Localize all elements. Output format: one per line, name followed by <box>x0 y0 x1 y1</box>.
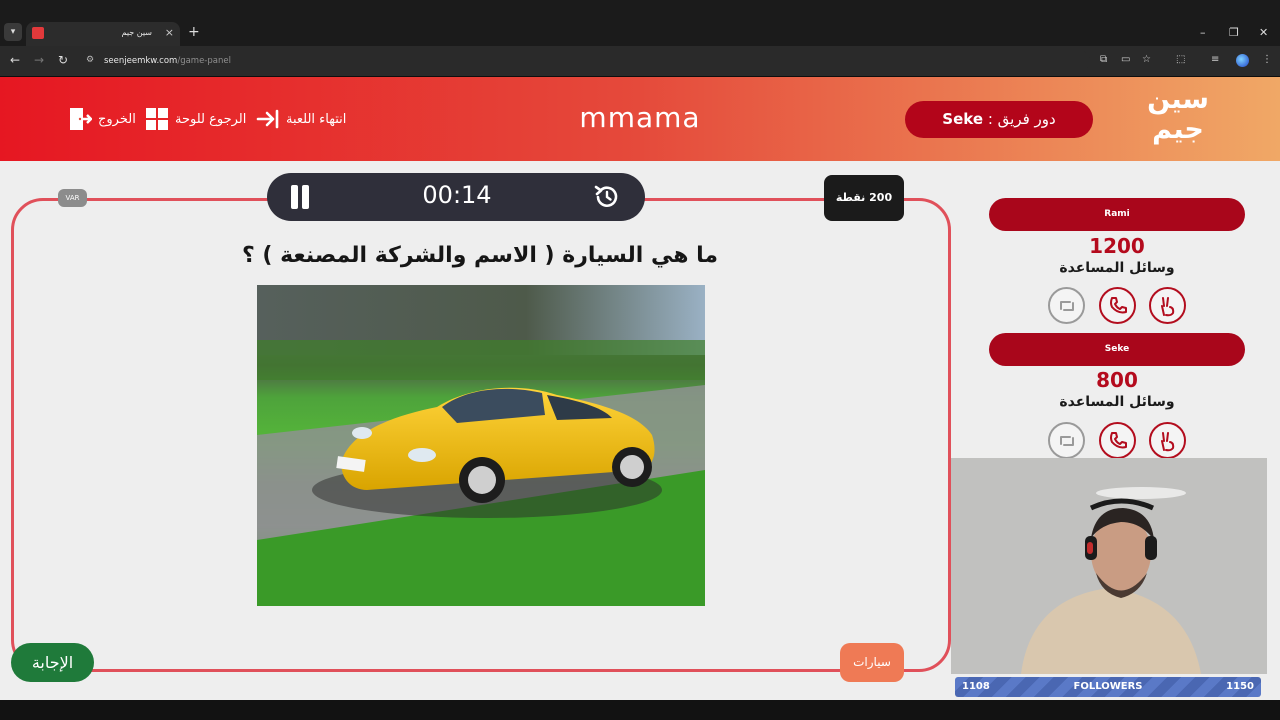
back-button[interactable]: ← <box>10 53 20 67</box>
turn-label: دور فريق : <box>987 110 1056 128</box>
current-turn-badge: دور فريق : Seke <box>905 101 1093 138</box>
followers-goal: 1150 <box>1226 681 1254 692</box>
tab-search-button[interactable]: ▾ <box>4 23 22 41</box>
team-name-badge: Rami <box>989 198 1245 231</box>
help-tools-label: وسائل المساعدة <box>1059 394 1175 410</box>
show-answer-button[interactable]: الإجابة <box>11 643 94 682</box>
pause-bar-left <box>291 185 298 209</box>
help-tools-label: وسائل المساعدة <box>1059 260 1175 276</box>
question-image-yellow-car <box>257 285 705 606</box>
end-game-label: انتهاء اللعبة <box>286 111 347 127</box>
team-score: 800 <box>1096 368 1138 392</box>
back-to-board-button[interactable]: الرجوع للوحة <box>145 105 246 133</box>
swap-arrows-icon <box>1059 300 1074 311</box>
tab-close-button[interactable]: × <box>165 26 174 39</box>
game-header: سين جيم دور فريق : Seke mmama انتهاء الل… <box>0 77 1280 161</box>
timer-bar: 00:14 <box>267 173 645 221</box>
arrow-to-line-icon <box>256 109 279 129</box>
reset-timer-icon[interactable] <box>593 183 621 211</box>
streamer-webcam <box>951 458 1267 674</box>
browser-tab-strip: ▾ سين جيم × + – ❐ ✕ <box>0 0 1280 46</box>
browser-toolbar: ← → ↻ ⚙ seenjeemkw.com/game-panel ⧉ ▭ ☆ … <box>0 46 1280 76</box>
exit-door-icon <box>70 108 92 130</box>
two-answers-icon[interactable] <box>1048 287 1085 324</box>
game-panel: سين جيم دور فريق : Seke mmama انتهاء الل… <box>0 77 1280 700</box>
tab-title: سين جيم <box>121 28 152 37</box>
reload-button[interactable]: ↻ <box>58 53 68 67</box>
grid-icon <box>146 108 168 130</box>
pause-icon[interactable] <box>289 185 311 209</box>
url-path: /game-panel <box>177 56 231 66</box>
game-name: mmama <box>579 101 701 134</box>
restore-button[interactable]: ❐ <box>1229 26 1239 39</box>
translate-icon[interactable]: ⧉ <box>1100 54 1107 65</box>
back-to-board-label: الرجوع للوحة <box>175 111 247 127</box>
timer-display: 00:14 <box>422 181 492 209</box>
exit-label: الخروج <box>98 111 136 127</box>
swap-arrows-icon <box>1059 435 1074 446</box>
turn-team-name: Seke <box>942 110 984 128</box>
new-tab-button[interactable]: + <box>188 24 200 40</box>
address-bar[interactable]: ⚙ seenjeemkw.com/game-panel <box>80 50 1090 72</box>
site-favicon-icon <box>32 27 44 39</box>
site-info-icon[interactable]: ⚙ <box>86 55 94 65</box>
category-button[interactable]: سيارات <box>840 643 904 682</box>
end-game-button[interactable]: انتهاء اللعبة <box>256 105 346 133</box>
close-window-button[interactable]: ✕ <box>1259 26 1268 39</box>
forward-button[interactable]: → <box>34 53 44 67</box>
peace-hand-icon <box>1160 431 1174 451</box>
url-text: seenjeemkw.com/game-panel <box>104 56 231 66</box>
extensions-icon[interactable]: ⬚ <box>1176 54 1185 65</box>
seen-jeem-logo: سين جيم <box>1142 85 1214 153</box>
phone-icon <box>1109 431 1127 448</box>
phone-icon <box>1109 296 1127 313</box>
hand-gesture-icon[interactable] <box>1149 422 1186 459</box>
screen-bottom-strip <box>0 700 1280 720</box>
logo-line-2: جيم <box>1152 114 1204 145</box>
exit-button[interactable]: الخروج <box>68 105 136 133</box>
browser-tab[interactable]: سين جيم × <box>26 22 180 46</box>
var-badge[interactable]: VAR <box>58 189 87 207</box>
phone-call-icon[interactable] <box>1099 422 1136 459</box>
reader-icon[interactable]: ▭ <box>1121 54 1130 65</box>
menu-kebab-icon[interactable]: ⋮ <box>1262 54 1272 65</box>
url-host: seenjeemkw.com <box>104 56 178 66</box>
peace-hand-icon <box>1160 296 1174 316</box>
team-score: 1200 <box>1089 234 1145 258</box>
question-text: ما هي السيارة ( الاسم والشركة المصنعة ) … <box>241 243 719 268</box>
points-badge: 200 نقطة <box>824 175 904 221</box>
profile-avatar-icon[interactable] <box>1236 54 1249 67</box>
bookmark-star-icon[interactable]: ☆ <box>1142 54 1151 65</box>
hand-gesture-icon[interactable] <box>1149 287 1186 324</box>
media-controls-icon[interactable]: ≡ <box>1211 54 1219 65</box>
team-name-badge: Seke <box>989 333 1245 366</box>
two-answers-icon[interactable] <box>1048 422 1085 459</box>
pause-bar-right <box>302 185 309 209</box>
followers-label: FOLLOWERS <box>1073 681 1143 692</box>
followers-goal-bar: 1108 FOLLOWERS 1150 <box>955 677 1261 697</box>
phone-call-icon[interactable] <box>1099 287 1136 324</box>
minimize-button[interactable]: – <box>1200 26 1206 39</box>
logo-line-1: سين <box>1147 84 1209 115</box>
